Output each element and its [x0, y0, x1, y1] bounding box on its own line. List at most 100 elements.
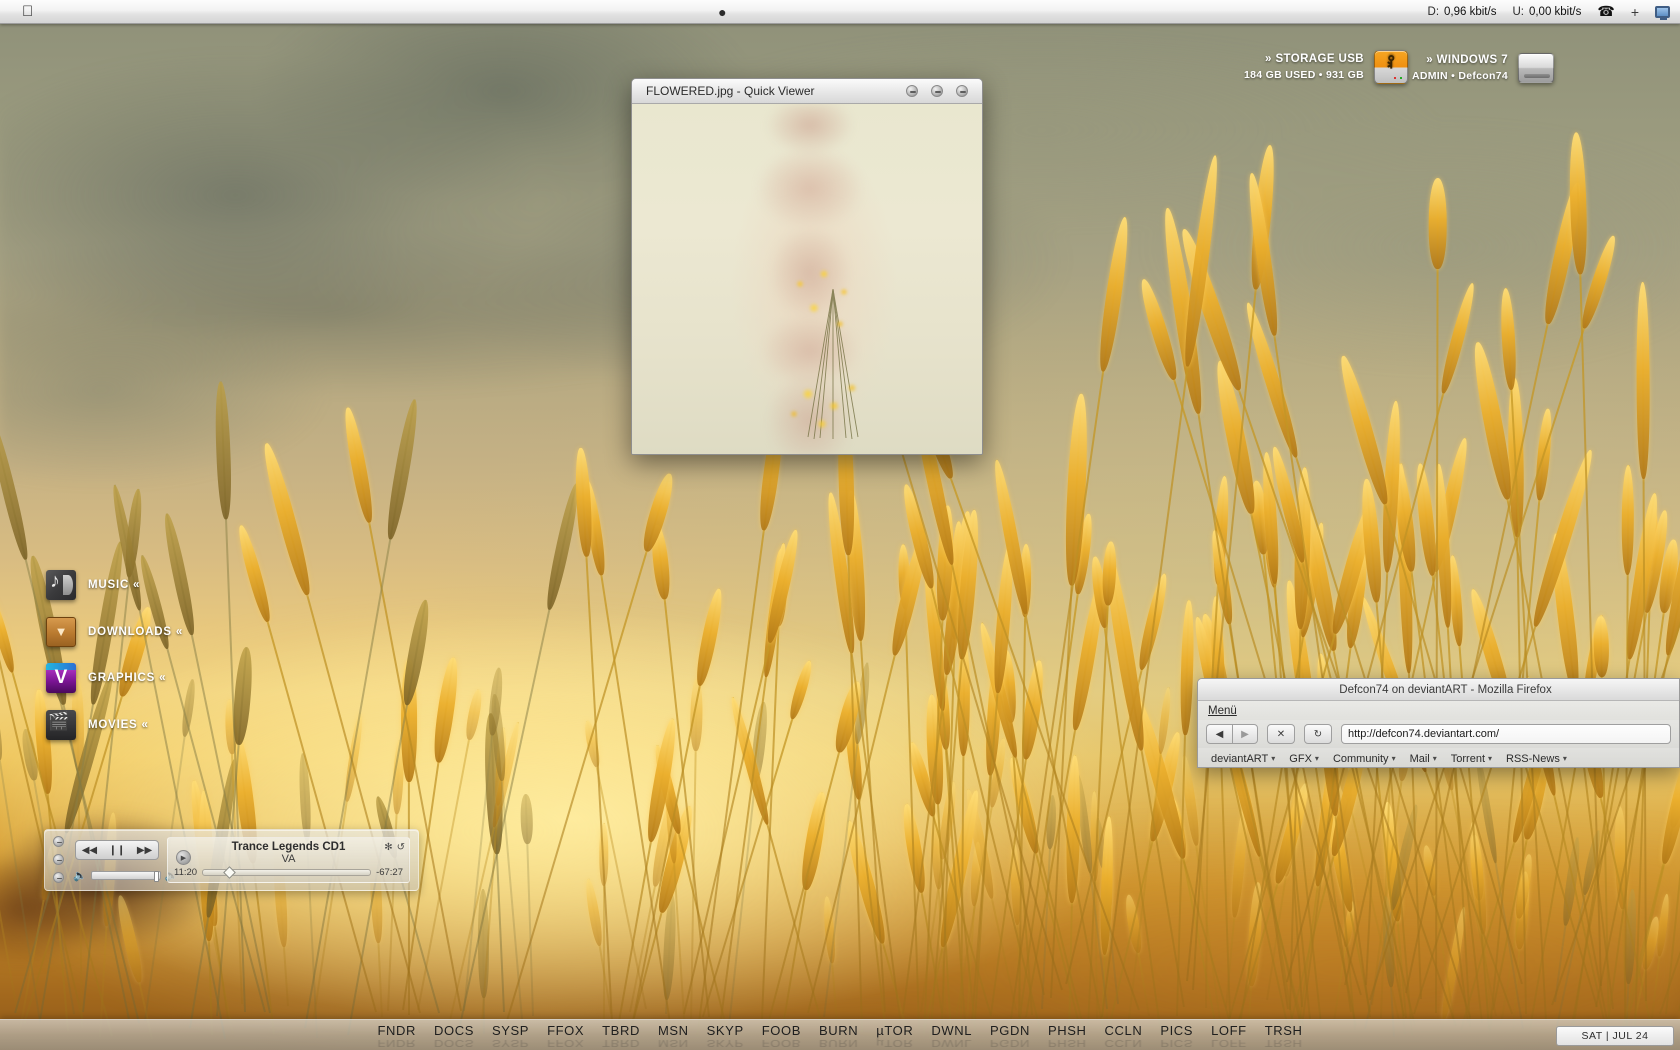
- previous-track-button[interactable]: ◀◀: [82, 845, 97, 856]
- shuffle-icon[interactable]: ✻: [384, 842, 392, 853]
- bookmark-label: Mail: [1409, 752, 1430, 765]
- dock-item-tor[interactable]: µTOR µTOR: [867, 1023, 922, 1050]
- minimize-button[interactable]: [906, 85, 918, 97]
- dock-item-docs[interactable]: DOCS DOCS: [425, 1023, 483, 1050]
- bookmarks-bar: deviantART ▾ GFX ▾ Community ▾ Mail ▾ To…: [1198, 748, 1679, 767]
- address-bar[interactable]: http://defcon74.deviantart.com/: [1341, 724, 1671, 744]
- firefox-titlebar[interactable]: Defcon74 on deviantART - Mozilla Firefox: [1198, 679, 1679, 701]
- dock: FNDR FNDR DOCS DOCS SYSP SYSP FFOX FFOX TBRD TBRD…: [0, 1019, 1680, 1050]
- dock-item-reflection: BURN: [818, 1037, 859, 1050]
- close-button[interactable]: [956, 85, 968, 97]
- quick-viewer-window[interactable]: FLOWERED.jpg - Quick Viewer: [631, 78, 983, 455]
- dock-item-loff[interactable]: LOFF LOFF: [1202, 1023, 1256, 1050]
- menubar-firefox-status[interactable]: ●: [718, 4, 726, 20]
- firefox-window[interactable]: Defcon74 on deviantART - Mozilla Firefox…: [1197, 678, 1680, 768]
- dock-item-label: DOCS: [434, 1023, 474, 1038]
- drive-detail: ADMIN • Defcon74: [1412, 69, 1508, 82]
- bookmark-gfx[interactable]: GFX ▾: [1282, 753, 1326, 765]
- remaining-time: -67:27: [376, 867, 403, 878]
- dock-clock[interactable]: SAT | JUL 24: [1556, 1026, 1674, 1046]
- volume-slider[interactable]: [90, 871, 161, 882]
- dock-item-sysp[interactable]: SYSP SYSP: [483, 1023, 538, 1050]
- reload-button[interactable]: ↻: [1304, 724, 1332, 744]
- dock-item-skyp[interactable]: SKYP SKYP: [698, 1023, 753, 1050]
- player-button-1[interactable]: [53, 836, 64, 847]
- downloads-folder-icon: [46, 617, 76, 647]
- menubar-display-item[interactable]: [1655, 5, 1671, 20]
- dock-item-burn[interactable]: BURN BURN: [810, 1023, 867, 1050]
- seek-slider[interactable]: [202, 866, 372, 879]
- repeat-icon[interactable]: ↺: [397, 842, 405, 853]
- track-artist: VA: [281, 853, 296, 865]
- chevron-down-icon: ▾: [1391, 754, 1396, 763]
- dock-item-tbrd[interactable]: TBRD TBRD: [593, 1023, 649, 1050]
- menubar-modem-status[interactable]: ☎: [1597, 3, 1614, 20]
- menubar-add-item[interactable]: +: [1631, 4, 1639, 20]
- dock-item-reflection: PICS: [1160, 1037, 1194, 1050]
- desktop-icon-downloads[interactable]: DOWNLOADS «: [46, 617, 183, 647]
- desktop-icon-movies[interactable]: MOVIES «: [46, 710, 149, 740]
- dock-item-foob[interactable]: FOOB FOOB: [753, 1023, 810, 1050]
- volume-slider-handle[interactable]: [153, 871, 159, 882]
- bookmark-label: GFX: [1289, 752, 1312, 765]
- menubar-network-down[interactable]: D: 0,96 kbit/s: [1428, 6, 1497, 18]
- track-title: Trance Legends CD1: [231, 841, 346, 853]
- play-pause-button[interactable]: ❙❙: [109, 845, 126, 856]
- next-track-button[interactable]: ▶▶: [137, 845, 152, 856]
- bookmark-rss-news[interactable]: RSS-News ▾: [1499, 753, 1574, 765]
- dock-item-label: BURN: [818, 1023, 859, 1038]
- quick-viewer-title: FLOWERED.jpg - Quick Viewer: [646, 84, 815, 98]
- bookmark-mail[interactable]: Mail ▾: [1403, 753, 1444, 765]
- dock-item-label: PICS: [1160, 1023, 1194, 1038]
- dock-item-ffox[interactable]: FFOX FFOX: [538, 1023, 593, 1050]
- dock-item-label: CCLN: [1104, 1023, 1143, 1038]
- bookmark-community[interactable]: Community ▾: [1326, 753, 1403, 765]
- dock-item-ccln[interactable]: CCLN CCLN: [1096, 1023, 1152, 1050]
- monitor-icon: [1655, 5, 1671, 20]
- player-button-3[interactable]: [53, 872, 64, 883]
- bookmark-label: Community: [1332, 752, 1389, 765]
- firefox-menu-button[interactable]: Menü: [1208, 705, 1237, 717]
- firefox-menubar[interactable]: Menü: [1198, 701, 1679, 720]
- dock-item-reflection: SYSP: [491, 1037, 530, 1050]
- dock-item-reflection: LOFF: [1211, 1037, 1247, 1050]
- desktop-icon-label: GRAPHICS «: [88, 672, 167, 684]
- dock-item-label: FFOX: [547, 1023, 585, 1038]
- back-button[interactable]: ◀: [1206, 724, 1232, 744]
- dock-item-reflection: DOCS: [434, 1037, 474, 1050]
- seek-slider-handle[interactable]: [222, 866, 236, 879]
- player-controls-panel: ◀◀ ❙❙ ▶▶ 🔈 🔊: [45, 830, 178, 890]
- desktop-icon-graphics[interactable]: GRAPHICS «: [46, 663, 166, 693]
- apple-menu-icon[interactable]: : [22, 4, 33, 19]
- stop-button[interactable]: ✕: [1267, 724, 1295, 744]
- dock-item-label: SYSP: [491, 1023, 530, 1038]
- player-button-2[interactable]: [53, 854, 64, 865]
- usb-drive-icon: [1373, 50, 1408, 84]
- dock-item-msn[interactable]: MSN MSN: [649, 1023, 698, 1050]
- chevron-down-icon: ▾: [1314, 754, 1319, 763]
- graphics-folder-icon: [46, 663, 76, 693]
- zoom-button[interactable]: [931, 85, 943, 97]
- dock-item-label: MSN: [657, 1023, 689, 1038]
- dock-item-fndr[interactable]: FNDR FNDR: [368, 1023, 425, 1050]
- dock-item-label: TRSH: [1264, 1023, 1303, 1038]
- desktop-icon-music[interactable]: MUSIC «: [46, 570, 140, 600]
- desktop-icon-label: MUSIC «: [88, 579, 141, 591]
- drive-widget-windows7[interactable]: » WINDOWS 7 ADMIN • Defcon74: [1412, 52, 1554, 84]
- menubar-network-up[interactable]: U: 0,00 kbit/s: [1512, 6, 1581, 18]
- quick-viewer-image: [632, 104, 982, 454]
- dock-item-dwnl[interactable]: DWNL DWNL: [922, 1023, 981, 1050]
- quick-viewer-titlebar[interactable]: FLOWERED.jpg - Quick Viewer: [632, 79, 982, 104]
- dock-item-trsh[interactable]: TRSH TRSH: [1256, 1023, 1312, 1050]
- dock-item-pics[interactable]: PICS PICS: [1151, 1023, 1202, 1050]
- dock-item-pgdn[interactable]: PGDN PGDN: [981, 1023, 1039, 1050]
- chevron-down-icon: ▾: [1562, 754, 1567, 763]
- music-player-widget[interactable]: ◀◀ ❙❙ ▶▶ 🔈 🔊 ▶ Trance Legends CD1 VA ✻ ↺…: [44, 829, 419, 891]
- drive-widget-storage-usb[interactable]: » STORAGE USB 184 GB USED • 931 GB: [1244, 50, 1408, 84]
- dock-item-reflection: FFOX: [547, 1037, 585, 1050]
- dock-item-phsh[interactable]: PHSH PHSH: [1039, 1023, 1096, 1050]
- forward-button[interactable]: ▶: [1232, 724, 1258, 744]
- bookmark-deviantart[interactable]: deviantART ▾: [1204, 753, 1282, 765]
- bookmark-torrent[interactable]: Torrent ▾: [1444, 753, 1499, 765]
- volume-low-icon: 🔈: [73, 870, 87, 882]
